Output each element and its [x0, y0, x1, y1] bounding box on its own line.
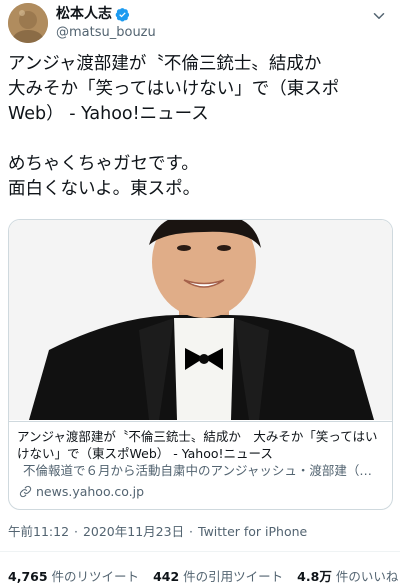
- link-card[interactable]: アンジャ渡部建が〝不倫三銃士〟結成か 大みそか「笑ってはいけない」で（東スポWe…: [8, 219, 393, 510]
- tweet-time[interactable]: 午前11:12: [8, 524, 69, 539]
- card-info: アンジャ渡部建が〝不倫三銃士〟結成か 大みそか「笑ってはいけない」で（東スポWe…: [9, 421, 392, 509]
- quotes-stat[interactable]: 442 件の引用ツイート: [153, 566, 283, 585]
- tweet-meta: 午前11:12 · 2020年11月23日 · Twitter for iPho…: [8, 524, 308, 539]
- tweet-source[interactable]: Twitter for iPhone: [198, 524, 307, 539]
- card-title[interactable]: アンジャ渡部建が〝不倫三銃士〟結成か 大みそか「笑ってはいけない」で（東スポWe…: [17, 428, 385, 462]
- retweets-count: 4,765: [8, 569, 48, 584]
- tweet-text: アンジャ渡部建が〝不倫三銃士〟結成か 大みそか「笑ってはいけない」で（東スポ W…: [8, 54, 340, 199]
- likes-label: 件のいいね: [335, 569, 399, 584]
- tweet-stats: 4,765 件のリツイート 442 件の引用ツイート 4.8万 件のいいね: [8, 566, 398, 585]
- card-description: 不倫報道で６月から活動自粛中のアンジャッシュ・渡部建（…: [23, 463, 372, 478]
- link-icon: [19, 485, 32, 498]
- divider: [0, 551, 400, 552]
- quotes-label: 件の引用ツイート: [183, 569, 284, 584]
- tweet: 松本人志 @matsu_bouzu アンジャ渡部建が〝不倫三銃士〟結成か 大みそ…: [0, 0, 400, 585]
- likes-count: 4.8万: [297, 569, 332, 584]
- chevron-down-icon[interactable]: [370, 7, 388, 25]
- tweet-date[interactable]: 2020年11月23日: [83, 524, 184, 539]
- retweets-label: 件のリツイート: [51, 569, 140, 584]
- name-row: 松本人志: [56, 6, 130, 23]
- handle[interactable]: @matsu_bouzu: [56, 25, 156, 41]
- card-domain-text: news.yahoo.co.jp: [36, 484, 145, 499]
- display-name[interactable]: 松本人志: [56, 6, 112, 23]
- likes-stat[interactable]: 4.8万 件のいいね: [297, 566, 398, 585]
- card-image: [9, 220, 392, 420]
- avatar[interactable]: [8, 3, 48, 43]
- quotes-count: 442: [153, 569, 180, 584]
- card-domain[interactable]: news.yahoo.co.jp: [19, 484, 144, 499]
- verified-badge-icon: [115, 8, 130, 22]
- retweets-stat[interactable]: 4,765 件のリツイート: [8, 566, 139, 585]
